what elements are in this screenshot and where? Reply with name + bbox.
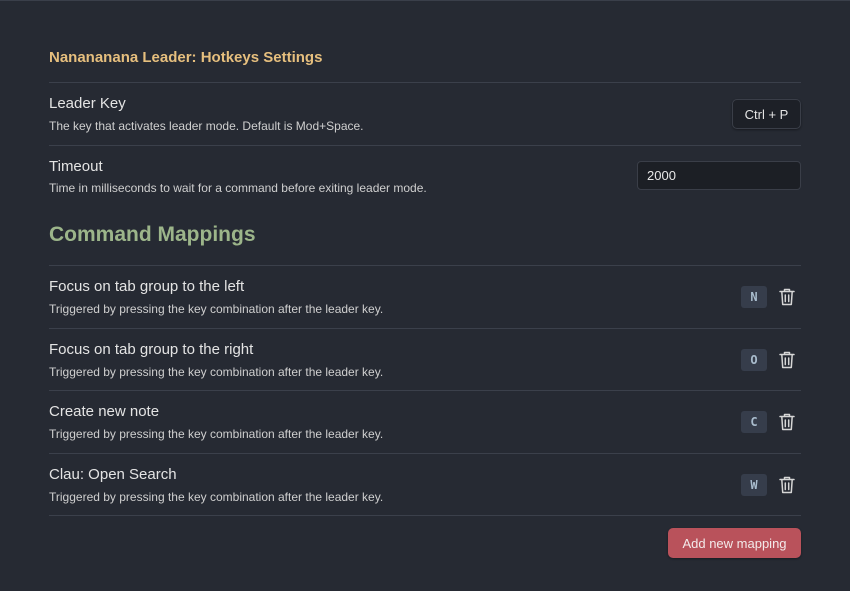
mapping-description: Triggered by pressing the key combinatio… bbox=[49, 427, 384, 441]
plugin-title: Nanananana Leader: Hotkeys Settings bbox=[49, 49, 323, 66]
trash-icon[interactable] bbox=[778, 287, 796, 307]
timeout-label: Timeout bbox=[49, 158, 103, 175]
divider bbox=[49, 82, 801, 83]
mapping-description: Triggered by pressing the key combinatio… bbox=[49, 365, 384, 379]
mapping-description: Triggered by pressing the key combinatio… bbox=[49, 490, 384, 504]
mapping-row: Clau: Open Search Triggered by pressing … bbox=[49, 453, 801, 515]
trash-icon[interactable] bbox=[778, 475, 796, 495]
mapping-key-badge[interactable]: W bbox=[741, 474, 767, 496]
mapping-key-badge[interactable]: O bbox=[741, 349, 767, 371]
mapping-command-name: Create new note bbox=[49, 403, 160, 420]
add-new-mapping-button[interactable]: Add new mapping bbox=[668, 528, 801, 558]
timeout-input[interactable] bbox=[637, 161, 801, 190]
command-mappings-heading: Command Mappings bbox=[49, 223, 256, 246]
mapping-row: Create new note Triggered by pressing th… bbox=[49, 390, 801, 452]
divider bbox=[49, 515, 801, 516]
mapping-command-name: Focus on tab group to the right bbox=[49, 341, 254, 358]
leader-key-button[interactable]: Ctrl + P bbox=[732, 99, 801, 129]
mapping-key-badge[interactable]: C bbox=[741, 411, 767, 433]
trash-icon[interactable] bbox=[778, 350, 796, 370]
mapping-command-name: Focus on tab group to the left bbox=[49, 278, 245, 295]
leader-key-description: The key that activates leader mode. Defa… bbox=[49, 119, 364, 133]
mapping-command-name: Clau: Open Search bbox=[49, 466, 177, 483]
leader-key-label: Leader Key bbox=[49, 95, 126, 112]
trash-icon[interactable] bbox=[778, 412, 796, 432]
mapping-row: Focus on tab group to the left Triggered… bbox=[49, 265, 801, 327]
divider bbox=[49, 145, 801, 146]
mapping-row: Focus on tab group to the right Triggere… bbox=[49, 328, 801, 390]
mapping-description: Triggered by pressing the key combinatio… bbox=[49, 302, 384, 316]
mapping-key-badge[interactable]: N bbox=[741, 286, 767, 308]
timeout-description: Time in milliseconds to wait for a comma… bbox=[49, 181, 427, 195]
